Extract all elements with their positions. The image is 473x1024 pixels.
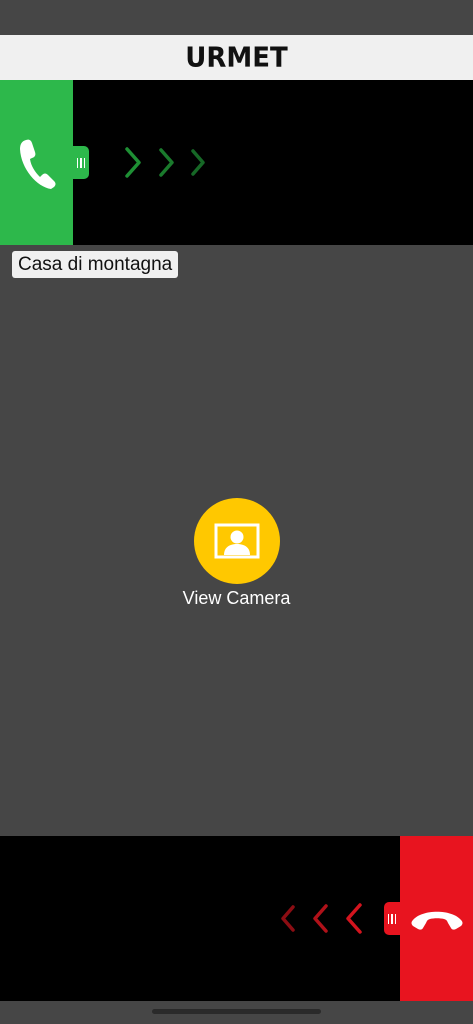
phone-answer-icon xyxy=(19,139,55,189)
incoming-call-screen: URMET Casa di montagna View Camera xyxy=(0,0,473,1024)
decline-slider-handle[interactable] xyxy=(400,836,473,1001)
decline-grip-handle[interactable] xyxy=(384,902,400,935)
answer-slider-handle[interactable] xyxy=(0,80,73,245)
decline-slider-track[interactable] xyxy=(0,836,473,1001)
view-camera-label: View Camera xyxy=(182,588,291,608)
home-indicator[interactable] xyxy=(152,1009,321,1014)
portrait-camera-icon xyxy=(214,523,259,559)
phone-hangup-icon xyxy=(411,911,462,930)
brand-header: URMET xyxy=(0,35,473,80)
answer-swipe-chevrons xyxy=(125,147,205,178)
site-name-label: Casa di montagna xyxy=(12,251,179,278)
status-bar xyxy=(0,0,473,35)
decline-swipe-chevrons xyxy=(281,903,362,934)
view-camera-circle[interactable] xyxy=(193,498,280,584)
brand-logo: URMET xyxy=(185,41,288,74)
answer-slider-track[interactable] xyxy=(0,80,473,245)
view-camera-button[interactable]: View Camera xyxy=(150,498,323,609)
answer-grip-handle[interactable] xyxy=(73,146,89,179)
